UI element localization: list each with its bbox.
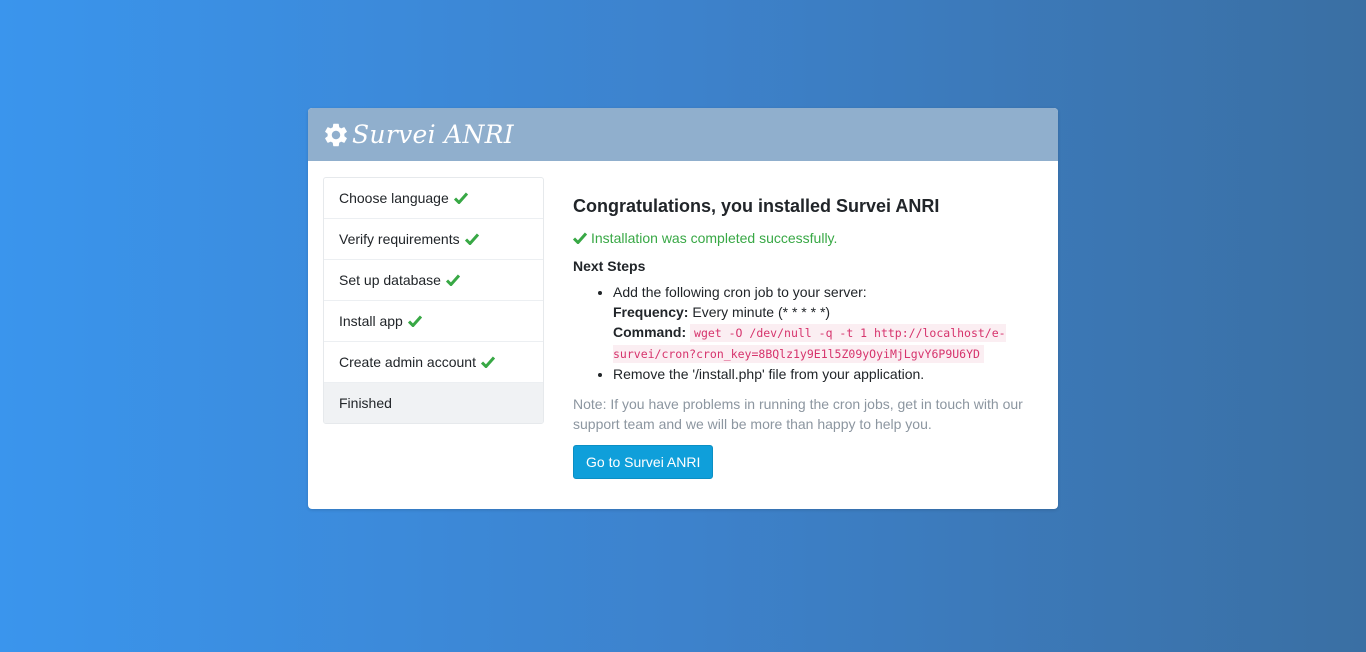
go-to-app-button[interactable]: Go to Survei ANRI (573, 445, 714, 479)
step-label: Verify requirements (339, 231, 460, 247)
main-content: Congratulations, you installed Survei AN… (573, 196, 1043, 479)
support-note: Note: If you have problems in running th… (573, 396, 1023, 432)
check-icon (480, 356, 495, 368)
step-label: Choose language (339, 190, 449, 206)
step-finished[interactable]: Finished (324, 383, 543, 423)
step-label: Install app (339, 313, 403, 329)
check-icon (407, 315, 422, 327)
step-create-admin-account[interactable]: Create admin account (324, 342, 543, 383)
next-steps-heading: Next Steps (573, 258, 646, 274)
app-logo-title: Survei ANRI (352, 120, 514, 149)
step-verify-requirements[interactable]: Verify requirements (324, 219, 543, 260)
success-message: Installation was completed successfully. (573, 230, 1043, 246)
check-icon (464, 233, 479, 245)
step-label: Set up database (339, 272, 441, 288)
next-steps-list: Add the following cron job to your serve… (573, 282, 1043, 384)
step-label: Finished (339, 395, 392, 411)
step-install-app[interactable]: Install app (324, 301, 543, 342)
frequency-value: Every minute (* * * * *) (692, 304, 831, 320)
list-item-cron: Add the following cron job to your serve… (613, 282, 1043, 364)
cron-intro: Add the following cron job to your serve… (613, 284, 867, 300)
list-item-remove-install: Remove the '/install.php' file from your… (613, 364, 1043, 384)
frequency-label: Frequency: (613, 304, 689, 320)
step-label: Create admin account (339, 354, 476, 370)
check-icon (445, 274, 460, 286)
check-icon (573, 232, 587, 244)
check-icon (453, 192, 468, 204)
success-text: Installation was completed successfully. (591, 230, 838, 246)
gear-icon (325, 123, 347, 146)
installer-card: Survei ANRI Choose language Verify requi… (308, 108, 1058, 509)
step-choose-language[interactable]: Choose language (324, 178, 543, 219)
install-steps: Choose language Verify requirements Set … (323, 177, 544, 424)
page-title: Congratulations, you installed Survei AN… (573, 196, 940, 216)
card-header: Survei ANRI (308, 108, 1058, 161)
command-label: Command: (613, 324, 687, 340)
step-set-up-database[interactable]: Set up database (324, 260, 543, 301)
